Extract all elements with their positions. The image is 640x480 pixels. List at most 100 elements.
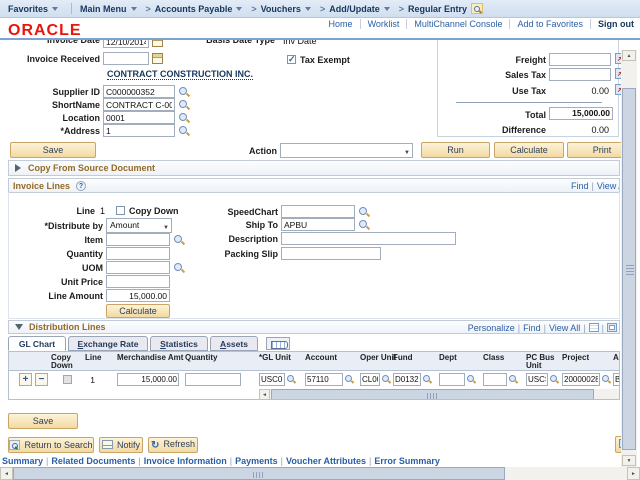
sign-out-link[interactable]: Sign out [598,19,634,29]
calculate-button[interactable]: Calculate [494,142,564,158]
speedchart-lookup-icon[interactable] [359,207,367,215]
row-copy-down-checkbox[interactable] [63,375,72,384]
row-merchandise-amt-field[interactable] [117,373,179,386]
account-lookup-icon[interactable] [345,375,352,382]
address-lookup-icon[interactable] [179,126,187,134]
horizontal-scrollbar[interactable]: ◄ ► [0,467,640,480]
item-lookup-icon[interactable] [174,235,182,243]
personalize-link[interactable]: Personalize [468,323,515,333]
invoice-lines-find-link[interactable]: Find [571,181,589,191]
tax-exempt-checkbox[interactable] [287,55,296,64]
grid-scrollbar-thumb[interactable] [271,389,594,400]
row-oper-unit-field[interactable] [360,373,380,386]
line-amount-field[interactable] [106,289,170,302]
oper-unit-lookup-icon[interactable] [382,375,389,382]
row-gl-unit-field[interactable] [259,373,285,386]
shortname-lookup-icon[interactable] [179,100,187,108]
action-dropdown[interactable] [280,143,413,158]
invoice-date-field[interactable] [103,40,149,48]
location-field[interactable] [103,111,175,124]
class-lookup-icon[interactable] [509,375,516,382]
supplier-name-link[interactable]: CONTRACT CONSTRUCTION INC. [107,69,253,80]
supplier-id-field[interactable] [103,85,175,98]
distribution-find-link[interactable]: Find [523,323,541,333]
breadcrumb-vouchers[interactable]: Vouchers [261,4,301,14]
pc-bus-unit-lookup-icon[interactable] [550,375,557,382]
worklist-link[interactable]: Worklist [368,19,400,29]
address-field[interactable] [103,124,175,137]
unit-price-field[interactable] [106,275,170,288]
distribution-view-all-link[interactable]: View All [549,323,580,333]
vertical-scrollbar-thumb[interactable] [622,88,636,450]
scroll-down-arrow[interactable]: ▼ [622,455,636,466]
ship-to-field[interactable] [281,218,355,231]
voucher-attributes-link[interactable]: Voucher Attributes [286,456,366,466]
fund-lookup-icon[interactable] [423,375,430,382]
row-project-field[interactable] [562,373,600,386]
packing-slip-field[interactable] [281,247,381,260]
add-to-favorites-link[interactable]: Add to Favorites [517,19,583,29]
description-field[interactable] [281,232,456,245]
scroll-up-arrow[interactable]: ▲ [622,50,636,61]
calendar-icon[interactable] [152,53,163,64]
main-menu[interactable]: Main Menu [80,4,127,14]
freight-field[interactable] [549,53,611,66]
vertical-scrollbar[interactable]: ▲ ▼ [621,50,637,467]
show-all-columns-icon[interactable] [266,337,290,350]
uom-lookup-icon[interactable] [174,263,182,271]
tab-exchange-rate[interactable]: Exchange Rate [68,336,148,351]
scroll-right-arrow[interactable]: ► [627,467,640,480]
add-row-button[interactable]: + [19,373,32,386]
run-button[interactable]: Run [421,142,490,158]
delete-row-button[interactable]: − [35,373,48,386]
help-icon[interactable]: ? [76,181,86,191]
expand-triangle-icon[interactable] [15,164,21,172]
tab-gl-chart[interactable]: GL Chart [8,336,66,351]
row-pc-bus-unit-field[interactable] [526,373,548,386]
notify-button[interactable]: Notify [99,437,143,453]
return-to-search-button[interactable]: Return to Search [8,437,94,453]
location-lookup-icon[interactable] [179,113,187,121]
tab-statistics[interactable]: Statistics [150,336,208,351]
project-lookup-icon[interactable] [602,375,609,382]
download-grid-icon[interactable] [589,323,599,332]
quantity-field[interactable] [106,247,170,260]
save-button[interactable]: Save [10,142,96,158]
row-quantity-field[interactable] [185,373,241,386]
calendar-icon[interactable] [152,40,163,47]
horizontal-scrollbar-thumb[interactable] [13,467,505,480]
breadcrumb-search-icon[interactable] [471,3,483,14]
refresh-button[interactable]: ↻Refresh [148,437,198,453]
multichannel-console-link[interactable]: MultiChannel Console [414,19,502,29]
copy-from-source-section[interactable]: Copy From Source Document [8,160,620,176]
invoice-information-link[interactable]: Invoice Information [144,456,227,466]
uom-field[interactable] [106,261,170,274]
row-activity-field[interactable] [613,373,620,386]
home-link[interactable]: Home [329,19,353,29]
scroll-left-arrow[interactable]: ◄ [259,389,270,400]
item-field[interactable] [106,233,170,246]
invoice-received-field[interactable] [103,52,149,65]
scroll-left-arrow[interactable]: ◄ [0,467,13,480]
payments-link[interactable]: Payments [235,456,278,466]
grid-horizontal-scrollbar[interactable]: ◄ [259,389,620,400]
gl-unit-lookup-icon[interactable] [287,375,294,382]
related-documents-link[interactable]: Related Documents [51,456,135,466]
tab-assets[interactable]: Assets [210,336,258,351]
copy-down-checkbox[interactable] [116,206,125,215]
collapse-triangle-icon[interactable] [15,324,23,330]
shortname-field[interactable] [103,98,175,111]
row-fund-field[interactable] [393,373,421,386]
row-dept-field[interactable] [439,373,465,386]
row-class-field[interactable] [483,373,507,386]
breadcrumb-accounts-payable[interactable]: Accounts Payable [155,4,233,14]
favorites-menu[interactable]: Favorites [8,4,48,14]
line-calculate-button[interactable]: Calculate [106,304,170,318]
breadcrumb-add-update[interactable]: Add/Update [329,4,380,14]
dept-lookup-icon[interactable] [467,375,474,382]
row-account-field[interactable] [305,373,343,386]
speedchart-field[interactable] [281,205,355,218]
ship-to-lookup-icon[interactable] [359,220,367,228]
popout-window-icon[interactable] [607,323,617,332]
save-button-bottom[interactable]: Save [8,413,78,429]
